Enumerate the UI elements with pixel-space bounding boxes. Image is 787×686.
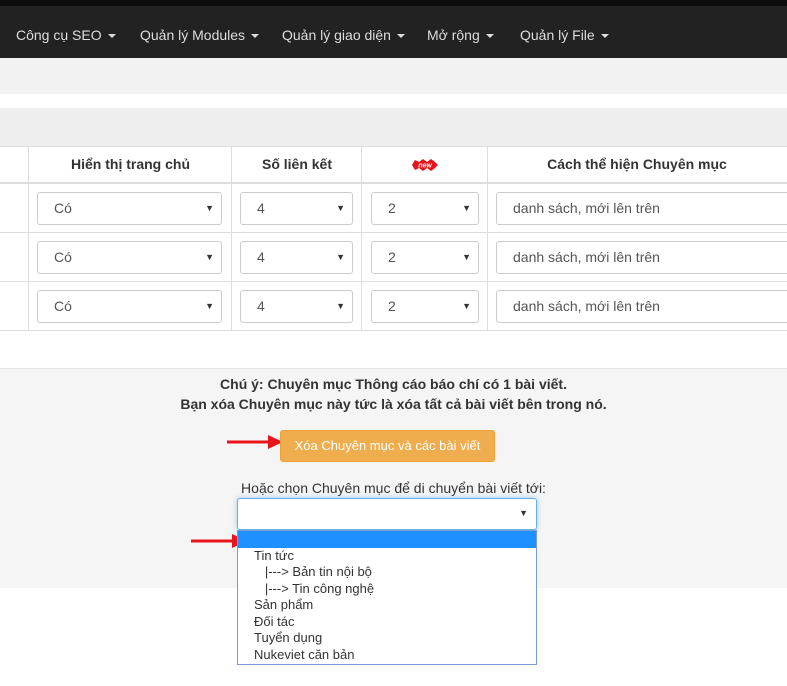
- row-divider: [0, 182, 787, 184]
- link-count-select[interactable]: 4 ▼: [240, 290, 353, 323]
- nav-themes[interactable]: Quản lý giao diện: [282, 12, 405, 58]
- select-value: 2: [388, 298, 396, 314]
- link-count-select[interactable]: 4 ▼: [240, 241, 353, 274]
- row-divider: [0, 330, 787, 331]
- dropdown-arrow-icon: ▼: [336, 301, 345, 311]
- dropdown-arrow-icon: ▼: [336, 252, 345, 262]
- move-target-dropdown-list: Tin tức |---> Bản tin nội bộ |---> Tin c…: [237, 530, 537, 665]
- select-value: 2: [388, 200, 396, 216]
- column-divider: [28, 146, 29, 331]
- dropdown-option-tin-cong-nghe[interactable]: |---> Tin công nghệ: [254, 581, 374, 597]
- select-value: Có: [54, 298, 72, 314]
- new-count-select[interactable]: 2 ▼: [371, 290, 479, 323]
- column-divider: [231, 146, 232, 331]
- dropdown-option-empty[interactable]: [238, 531, 536, 548]
- notice-article-count: Chú ý: Chuyên mục Thông cáo báo chí có 1…: [220, 376, 567, 392]
- red-arrow-icon: [227, 435, 283, 449]
- dropdown-option-tin-tuc[interactable]: Tin tức: [254, 548, 294, 564]
- header-display-mode: Cách thể hiện Chuyên mục: [547, 156, 727, 172]
- nav-themes-label: Quản lý giao diện: [282, 27, 391, 43]
- nav-seo-tools[interactable]: Công cụ SEO: [16, 12, 116, 58]
- select-value: danh sách, mới lên trên: [513, 298, 660, 314]
- nav-extensions[interactable]: Mở rộng: [427, 12, 494, 58]
- display-mode-select[interactable]: danh sách, mới lên trên: [496, 192, 787, 225]
- delete-category-button[interactable]: Xóa Chuyên mục và các bài viết: [280, 430, 495, 462]
- select-value: 2: [388, 249, 396, 265]
- dropdown-option-san-pham[interactable]: Sản phẩm: [254, 597, 313, 613]
- column-divider: [487, 146, 488, 331]
- display-mode-select[interactable]: danh sách, mới lên trên: [496, 290, 787, 323]
- dropdown-option-doi-tac[interactable]: Đối tác: [254, 614, 294, 630]
- nav-seo-tools-label: Công cụ SEO: [16, 27, 102, 43]
- select-value: Có: [54, 200, 72, 216]
- header-show-home: Hiển thị trang chủ: [71, 156, 190, 172]
- row-divider: [0, 146, 787, 147]
- caret-down-icon: [485, 34, 494, 39]
- select-value: 4: [257, 200, 265, 216]
- move-articles-label: Hoặc chọn Chuyên mục để di chuyển bài vi…: [241, 480, 546, 496]
- dropdown-option-nukeviet-can-ban[interactable]: Nukeviet căn bản: [254, 647, 354, 663]
- nav-files-label: Quản lý File: [520, 27, 595, 43]
- show-home-select[interactable]: Có ▼: [37, 241, 222, 274]
- notice-warning: Bạn xóa Chuyên mục này tức là xóa tất cả…: [180, 396, 607, 412]
- new-count-select[interactable]: 2 ▼: [371, 241, 479, 274]
- dropdown-arrow-icon: ▼: [205, 203, 214, 213]
- caret-down-icon: [600, 34, 609, 39]
- header-link-count: Số liên kết: [261, 156, 333, 172]
- dropdown-arrow-icon: ▼: [462, 252, 471, 262]
- select-value: Có: [54, 249, 72, 265]
- column-divider: [361, 146, 362, 331]
- dropdown-arrow-icon: ▼: [205, 301, 214, 311]
- table-caption-band: [0, 108, 787, 146]
- link-count-select[interactable]: 4 ▼: [240, 192, 353, 225]
- dropdown-option-ban-tin-noi-bo[interactable]: |---> Bản tin nội bộ: [254, 564, 372, 580]
- dropdown-option-tuyen-dung[interactable]: Tuyển dụng: [254, 630, 322, 646]
- dropdown-arrow-icon: ▼: [336, 203, 345, 213]
- nav-files[interactable]: Quản lý File: [520, 12, 609, 58]
- caret-down-icon: [107, 34, 116, 39]
- new-count-select[interactable]: 2 ▼: [371, 192, 479, 225]
- caret-down-icon: [251, 34, 260, 39]
- show-home-select[interactable]: Có ▼: [37, 192, 222, 225]
- show-home-select[interactable]: Có ▼: [37, 290, 222, 323]
- select-value: 4: [257, 249, 265, 265]
- row-divider: [0, 281, 787, 282]
- select-value: danh sách, mới lên trên: [513, 249, 660, 265]
- display-mode-select[interactable]: danh sách, mới lên trên: [496, 241, 787, 274]
- top-navbar: Công cụ SEO Quản lý Modules Quản lý giao…: [0, 0, 787, 58]
- new-badge-text: new: [418, 163, 432, 170]
- dropdown-arrow-icon: ▼: [462, 203, 471, 213]
- nav-extensions-label: Mở rộng: [427, 27, 480, 43]
- select-value: 4: [257, 298, 265, 314]
- new-badge-icon: new: [412, 159, 438, 171]
- row-divider: [0, 232, 787, 233]
- nav-modules[interactable]: Quản lý Modules: [140, 12, 260, 58]
- dropdown-arrow-icon: ▼: [205, 252, 214, 262]
- dropdown-arrow-icon: ▼: [462, 301, 471, 311]
- move-target-select[interactable]: ▼: [237, 498, 537, 530]
- nav-modules-label: Quản lý Modules: [140, 27, 246, 43]
- select-value: danh sách, mới lên trên: [513, 200, 660, 216]
- content-band: [0, 58, 787, 94]
- caret-down-icon: [396, 34, 405, 39]
- dropdown-arrow-icon: ▼: [519, 508, 528, 518]
